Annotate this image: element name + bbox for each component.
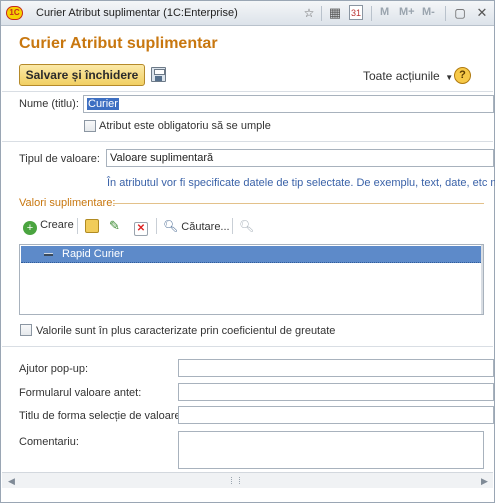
required-label: Atribut este obligatoriu să se umple: [99, 120, 271, 132]
add-folder-icon: [85, 219, 99, 233]
name-label: Nume (titlu):: [19, 98, 79, 110]
create-button[interactable]: + Creare: [23, 219, 74, 235]
separator: [232, 218, 233, 234]
scroll-left-icon[interactable]: ◀: [8, 476, 15, 487]
calculator-icon[interactable]: ▦: [327, 5, 343, 21]
required-checkbox[interactable]: [84, 120, 96, 132]
save-icon[interactable]: [151, 67, 166, 82]
weight-coefficient-checkbox[interactable]: [20, 324, 32, 336]
bookmark-star-icon[interactable]: ☆: [301, 5, 317, 21]
all-actions-menu[interactable]: Toate acțiunile ▼: [363, 69, 453, 83]
title-bar: 1C Curier Atribut suplimentar (1C:Enterp…: [1, 1, 494, 26]
popup-help-label: Ajutor pop-up:: [19, 363, 89, 375]
delete-icon: ✕: [134, 222, 148, 236]
value-type-hint: În atributul vor fi specificate datele d…: [107, 177, 495, 189]
value-type-label: Tipul de valoare:: [19, 153, 100, 165]
divider: [2, 346, 493, 347]
cancel-search-button[interactable]: 🔍︎: [239, 219, 254, 233]
pencil-icon: ✎: [109, 218, 120, 233]
header-form-label: Formularul valoare antet:: [19, 387, 142, 399]
selection-form-title-label: Titlu de forma selecție de valoare:: [19, 410, 184, 422]
window-title: Curier Atribut suplimentar (1C:Enterpris…: [36, 7, 238, 19]
memory-m-button[interactable]: M: [380, 6, 389, 18]
header-form-input[interactable]: [178, 383, 494, 401]
close-icon[interactable]: ✕: [474, 5, 490, 21]
add-circle-icon: +: [23, 221, 37, 235]
group-title-line: [113, 203, 484, 204]
all-actions-label: Toate acțiunile: [363, 69, 440, 83]
separator: [321, 6, 322, 21]
cancel-search-icon: 🔍︎: [239, 219, 255, 233]
mark-delete-button[interactable]: ✕: [134, 219, 148, 236]
item-icon: [44, 253, 53, 256]
restore-icon[interactable]: ▢: [452, 5, 468, 21]
divider: [2, 91, 493, 92]
list-scrollbar[interactable]: [481, 245, 483, 314]
scroll-thumb[interactable]: [231, 477, 240, 484]
calendar-icon[interactable]: 31: [349, 5, 363, 20]
create-label: Creare: [40, 219, 74, 231]
list-item[interactable]: Rapid Curier: [21, 246, 483, 263]
edit-button[interactable]: ✎: [109, 219, 120, 233]
comment-label: Comentariu:: [19, 436, 79, 448]
save-and-close-button[interactable]: Salvare și închidere: [19, 64, 145, 86]
separator: [371, 6, 372, 21]
name-input[interactable]: Curier: [83, 95, 494, 113]
add-folder-button[interactable]: [85, 219, 99, 233]
divider: [2, 141, 493, 142]
name-value: Curier: [87, 98, 119, 110]
list-item-label: Rapid Curier: [62, 248, 124, 260]
separator: [77, 218, 78, 234]
weight-coefficient-label: Valorile sunt în plus caracterizate prin…: [36, 325, 336, 337]
selection-form-title-input[interactable]: [178, 406, 494, 424]
dropdown-arrow-icon: ▼: [443, 73, 454, 82]
memory-minus-button[interactable]: M-: [422, 6, 435, 18]
separator: [445, 6, 446, 21]
app-logo-icon: 1C: [6, 6, 23, 20]
scroll-right-icon[interactable]: ▶: [481, 476, 488, 487]
form-title: Curier Atribut suplimentar: [19, 35, 218, 52]
horizontal-scrollbar[interactable]: ◀ ▶: [2, 472, 493, 488]
memory-plus-button[interactable]: M+: [399, 6, 415, 18]
value-type-input[interactable]: Valoare suplimentară: [106, 149, 494, 167]
app-window: 1C Curier Atribut suplimentar (1C:Enterp…: [0, 0, 495, 503]
values-group-title: Valori suplimentare:: [19, 197, 116, 209]
search-button[interactable]: 🔍︎ Căutare...: [163, 219, 230, 233]
search-label: Căutare...: [181, 221, 230, 233]
popup-help-input[interactable]: [178, 359, 494, 377]
search-icon: 🔍︎: [163, 219, 179, 233]
comment-textarea[interactable]: [178, 431, 484, 469]
values-list[interactable]: Rapid Curier: [19, 244, 484, 315]
separator: [156, 218, 157, 234]
help-button[interactable]: ?: [454, 67, 471, 84]
